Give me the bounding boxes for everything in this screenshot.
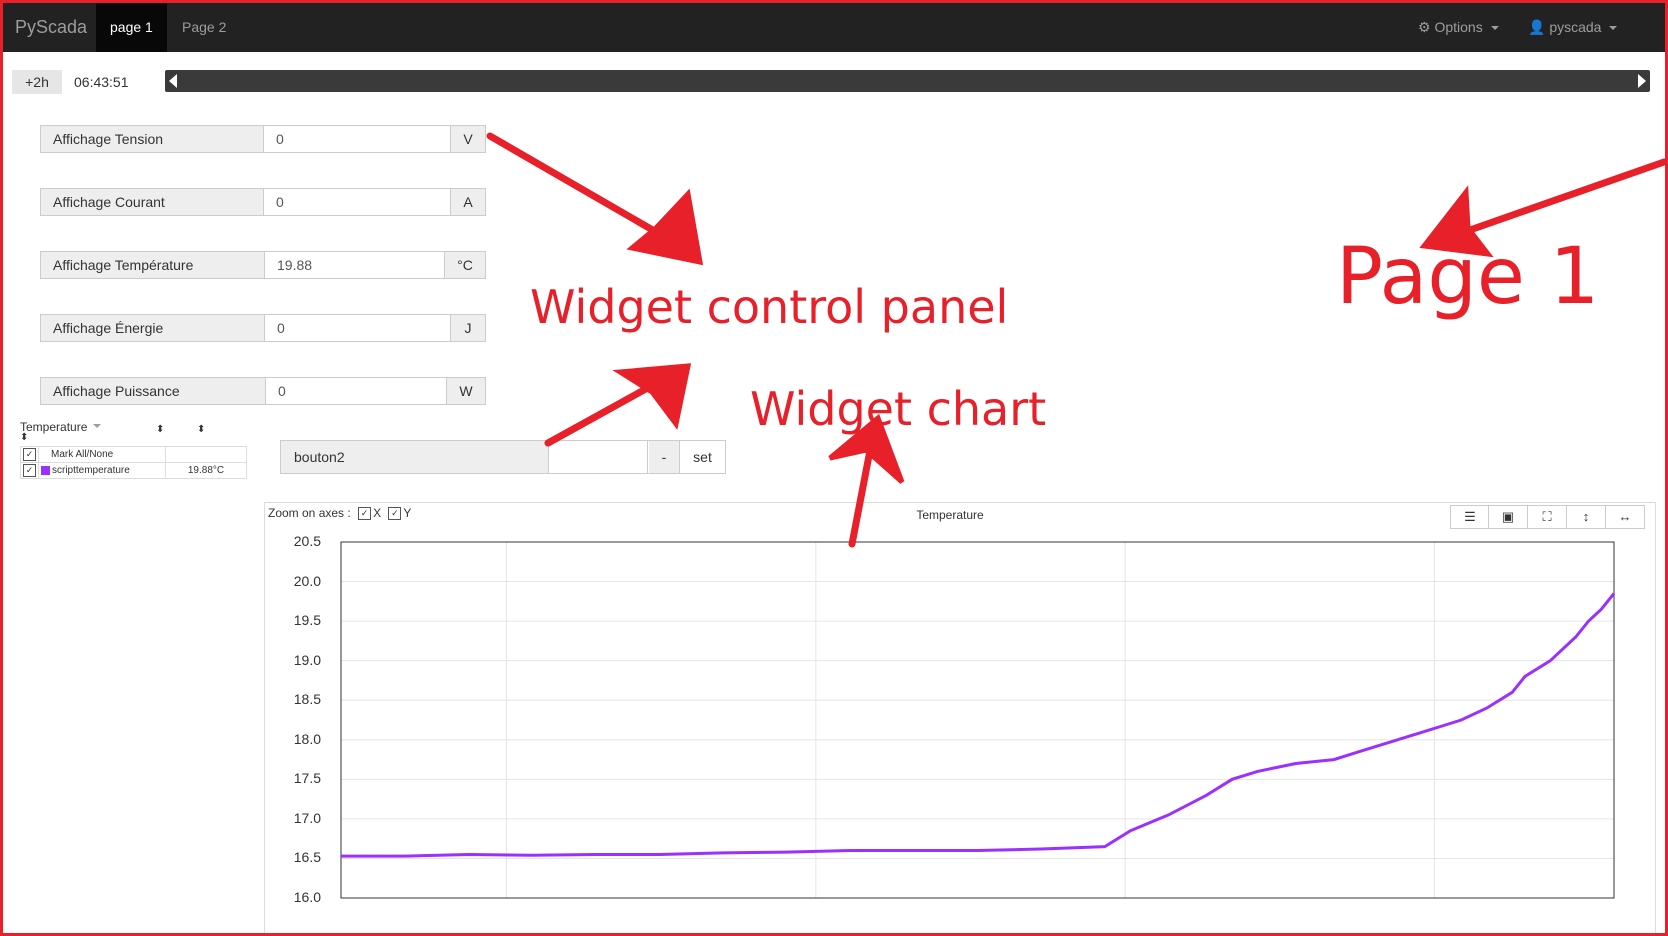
arrow-to-control-panel <box>486 132 674 244</box>
arrow-to-page-label <box>1466 158 1668 234</box>
annotation-arrows <box>486 132 1668 548</box>
arrowhead-control-panel <box>626 188 704 266</box>
annotation-chart: Widget chart <box>750 382 1047 436</box>
annotation-page: Page 1 <box>1336 232 1600 322</box>
annotation-control-panel: Widget control panel <box>530 280 1009 334</box>
